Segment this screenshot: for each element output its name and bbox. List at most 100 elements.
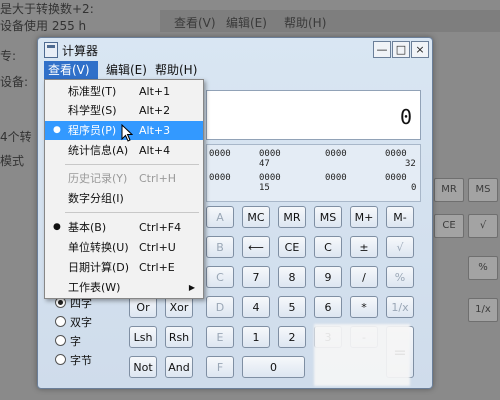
window-title: 计算器 (62, 44, 99, 58)
menu-help[interactable]: 帮助(H) (151, 61, 201, 79)
menu-item-shortcut: Alt+2 (139, 104, 171, 117)
hex-f-button[interactable]: F (206, 356, 234, 378)
menu-separator (65, 164, 199, 165)
background-menu-view: 查看(V) (174, 16, 216, 30)
menu-item-label: 工作表(W) (68, 281, 121, 294)
and-button[interactable]: And (165, 356, 193, 378)
menu-item-standard[interactable]: 标准型(T) Alt+1 (45, 82, 203, 101)
background-text-line: 设备: (0, 75, 29, 89)
word-size-word-radio[interactable]: 字 (55, 334, 81, 350)
background-text-line: 设备使用 255 h (0, 19, 87, 33)
digit-8-button[interactable]: 8 (278, 266, 306, 288)
background-menubar: 查看(V) 编辑(E) 帮助(H) (160, 10, 500, 32)
bit-position-label: 32 (405, 159, 416, 169)
digit-5-button[interactable]: 5 (278, 296, 306, 318)
reciprocal-button[interactable]: 1/x (386, 296, 414, 318)
bit-group: 0000 (209, 173, 231, 183)
menu-item-scientific[interactable]: 科学型(S) Alt+2 (45, 101, 203, 120)
word-size-dword-radio[interactable]: 双字 (55, 315, 92, 331)
menu-item-shortcut: Alt+4 (139, 144, 171, 157)
background-key: % (468, 256, 498, 280)
bit-position-label: 47 (259, 159, 270, 169)
menu-item-shortcut: Ctrl+U (139, 241, 176, 254)
bit-group: 0000 (325, 173, 347, 183)
hex-c-button[interactable]: C (206, 266, 234, 288)
xor-button[interactable]: Xor (165, 296, 193, 318)
memory-subtract-button[interactable]: M- (386, 206, 414, 228)
digit-7-button[interactable]: 7 (242, 266, 270, 288)
not-button[interactable]: Not (129, 356, 157, 378)
hex-b-button[interactable]: B (206, 236, 234, 258)
bit-group: 0000 (385, 149, 407, 159)
result-display: 0 (206, 90, 421, 140)
menu-view[interactable]: 查看(V) (44, 61, 98, 79)
menu-item-digit-grouping[interactable]: 数字分组(I) (45, 189, 203, 208)
hex-e-button[interactable]: E (206, 326, 234, 348)
radio-label: 双字 (70, 316, 92, 329)
background-menu-help: 帮助(H) (284, 16, 327, 30)
clear-button[interactable]: C (314, 236, 342, 258)
left-shift-button[interactable]: Lsh (129, 326, 157, 348)
bit-group: 0000 (209, 149, 231, 159)
menu-item-shortcut: Ctrl+H (139, 172, 177, 185)
menu-item-label: 历史记录(Y) (68, 172, 128, 185)
menu-item-label: 日期计算(D) (68, 261, 130, 274)
backspace-button[interactable]: ⟵ (242, 236, 270, 258)
close-button[interactable]: × (411, 41, 429, 58)
menu-item-worksheets[interactable]: 工作表(W) ▶ (45, 278, 203, 297)
digit-0-button[interactable]: 0 (242, 356, 305, 378)
menu-item-unit-conversion[interactable]: 单位转换(U) Ctrl+U (45, 238, 203, 257)
negate-button[interactable]: ± (350, 236, 378, 258)
bit-display: 0000 0000 0000 0000 47 32 0000 0000 0000… (206, 144, 421, 202)
menu-item-basic[interactable]: ● 基本(B) Ctrl+F4 (45, 218, 203, 237)
multiply-button[interactable]: * (350, 296, 378, 318)
bit-position-label: 15 (259, 183, 270, 193)
menu-item-shortcut: Ctrl+F4 (139, 221, 182, 234)
title-bar[interactable]: 计算器 — □ × (38, 38, 432, 60)
blurred-region (314, 324, 410, 386)
radio-label: 字节 (70, 354, 92, 367)
digit-2-button[interactable]: 2 (278, 326, 306, 348)
background-menu-edit: 编辑(E) (226, 16, 267, 30)
menu-item-date-calculation[interactable]: 日期计算(D) Ctrl+E (45, 258, 203, 277)
background-key: CE (434, 214, 464, 238)
menu-item-history[interactable]: 历史记录(Y) Ctrl+H (45, 169, 203, 188)
menu-item-label: 单位转换(U) (68, 241, 129, 254)
bit-group: 0000 (385, 173, 407, 183)
bit-group: 0000 (325, 149, 347, 159)
right-shift-button[interactable]: Rsh (165, 326, 193, 348)
digit-4-button[interactable]: 4 (242, 296, 270, 318)
menu-item-label: 统计信息(A) (68, 144, 129, 157)
word-size-byte-radio[interactable]: 字节 (55, 353, 92, 369)
view-menu-dropdown: 标准型(T) Alt+1 科学型(S) Alt+2 ● 程序员(P) Alt+3… (44, 79, 204, 299)
sqrt-button[interactable]: √ (386, 236, 414, 258)
minimize-button[interactable]: — (373, 41, 391, 58)
memory-clear-button[interactable]: MC (242, 206, 270, 228)
calculator-app-icon (44, 42, 58, 58)
menu-item-label: 科学型(S) (68, 104, 117, 117)
menu-item-statistics[interactable]: 统计信息(A) Alt+4 (45, 141, 203, 160)
memory-store-button[interactable]: MS (314, 206, 342, 228)
menu-item-shortcut: Alt+3 (139, 124, 171, 137)
digit-9-button[interactable]: 9 (314, 266, 342, 288)
percent-button[interactable]: % (386, 266, 414, 288)
background-text-line: 模式 (0, 154, 25, 168)
digit-1-button[interactable]: 1 (242, 326, 270, 348)
hex-a-button[interactable]: A (206, 206, 234, 228)
divide-button[interactable]: / (350, 266, 378, 288)
or-button[interactable]: Or (129, 296, 157, 318)
display-value: 0 (399, 105, 412, 129)
menu-bar: 查看(V) 编辑(E) 帮助(H) (44, 61, 426, 79)
clear-entry-button[interactable]: CE (278, 236, 306, 258)
bit-group: 0000 (259, 173, 281, 183)
background-text-line: 是大于转换数+2: (0, 2, 94, 16)
hex-d-button[interactable]: D (206, 296, 234, 318)
memory-recall-button[interactable]: MR (278, 206, 306, 228)
memory-add-button[interactable]: M+ (350, 206, 378, 228)
radio-dot (55, 335, 66, 346)
maximize-button[interactable]: □ (392, 41, 410, 58)
background-text-line: 专: (0, 49, 17, 63)
menu-edit[interactable]: 编辑(E) (102, 61, 151, 79)
background-key: MS (468, 178, 498, 202)
digit-6-button[interactable]: 6 (314, 296, 342, 318)
